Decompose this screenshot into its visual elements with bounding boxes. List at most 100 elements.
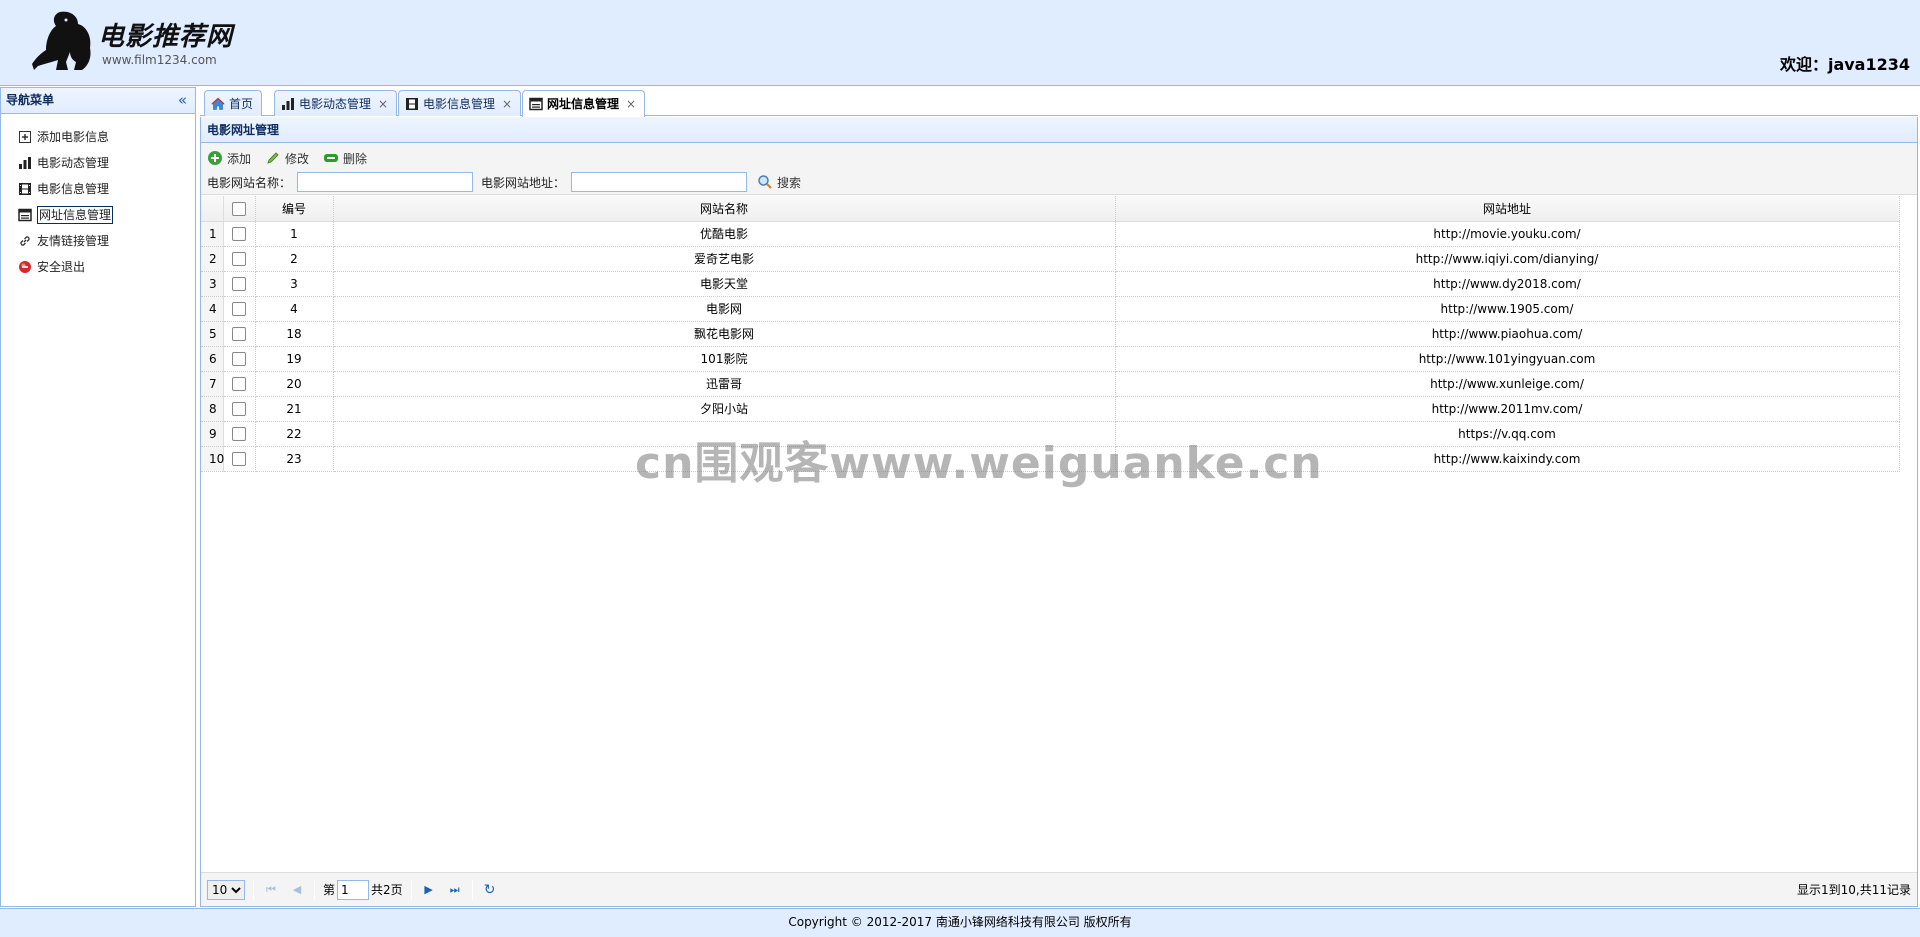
next-page-icon[interactable]: ▶ [420,881,438,899]
cell-name [333,446,1116,472]
row-checkbox[interactable] [232,326,246,341]
sidebar-item-movie-news[interactable]: 电影动态管理 [1,150,195,176]
row-checkbox[interactable] [232,351,246,366]
tab-label: 电影信息管理 [423,96,496,111]
data-grid: 编号 网站名称 网站地址 1 1 优酷电影 http://movie.youku.co… [201,196,1917,472]
tab-movie-news[interactable]: 电影动态管理 × [274,90,398,116]
tab-web-info[interactable]: 网址信息管理 × [522,90,646,117]
prev-page-icon[interactable]: ◀ [288,881,306,899]
row-checkbox[interactable] [232,301,246,316]
pager-separator [253,879,254,900]
sidebar-item-label: 添加电影信息 [37,130,110,144]
pencil-icon [267,152,279,164]
row-select-cell [223,321,256,347]
sidebar-item-web-info[interactable]: 网址信息管理 [1,202,195,228]
sidebar-item-logout[interactable]: 安全退出 [1,254,195,280]
exit-icon [19,261,31,273]
site-name-input[interactable] [297,172,474,192]
film-icon [406,97,418,110]
row-checkbox[interactable] [232,226,246,241]
table-row[interactable]: 3 3 电影天堂 http://www.dy2018.com/ [201,271,1900,297]
first-page-icon[interactable]: ⏮ [262,881,280,899]
site-url-input[interactable] [571,172,748,192]
search-button[interactable]: 搜索 [757,174,801,191]
close-icon[interactable]: × [378,92,388,116]
sidebar-item-label: 网址信息管理 [37,206,114,224]
cell-url: http://www.iqiyi.com/dianying/ [1115,246,1900,272]
close-icon[interactable]: × [502,92,512,116]
column-header-id[interactable]: 编号 [255,196,334,222]
cell-id: 2 [255,246,334,272]
close-icon[interactable]: × [626,92,636,116]
page-total-label: 共2页 [371,883,403,897]
tab-movie-info[interactable]: 电影信息管理 × [398,90,522,116]
row-checkbox[interactable] [232,276,246,291]
row-number-cell: 6 [201,346,224,372]
table-row[interactable]: 7 20 迅雷哥 http://www.xunleige.com/ [201,371,1900,397]
sidebar-item-label: 友情链接管理 [37,234,110,248]
delete-button[interactable]: 删除 [323,150,367,167]
cell-id: 20 [255,371,334,397]
table-row[interactable]: 6 19 101影院 http://www.101yingyuan.com [201,346,1900,372]
search-icon [758,175,772,189]
table-row[interactable]: 8 21 夕阳小站 http://www.2011mv.com/ [201,396,1900,422]
table-row[interactable]: 1 1 优酷电影 http://movie.youku.com/ [201,221,1900,247]
row-select-cell [223,246,256,272]
cell-id: 23 [255,446,334,472]
site-logo[interactable]: 电影推荐网 www.film1234.com [30,8,250,72]
last-page-icon[interactable]: ⏭ [446,881,464,899]
add-icon [208,151,222,165]
table-row[interactable]: 4 4 电影网 http://www.1905.com/ [201,296,1900,322]
table-row[interactable]: 10 23 http://www.kaixindy.com [201,446,1900,472]
table-row[interactable]: 5 18 飘花电影网 http://www.piaohua.com/ [201,321,1900,347]
cell-id: 21 [255,396,334,422]
row-checkbox[interactable] [232,426,246,441]
cell-id: 22 [255,421,334,447]
sidebar-item-friend-links[interactable]: 友情链接管理 [1,228,195,254]
web-icon [529,97,543,111]
page-number-input[interactable] [337,879,370,900]
table-row[interactable]: 2 2 爱奇艺电影 http://www.iqiyi.com/dianying/ [201,246,1900,272]
table-row[interactable]: 9 22 https://v.qq.com [201,421,1900,447]
cell-url: http://www.piaohua.com/ [1115,321,1900,347]
cell-name: 101影院 [333,346,1116,372]
row-select-cell [223,221,256,247]
row-checkbox[interactable] [232,401,246,416]
row-number-cell: 2 [201,246,224,272]
cell-name: 迅雷哥 [333,371,1116,397]
page-size-select[interactable]: 10 [207,879,245,900]
row-select-cell [223,396,256,422]
cell-id: 1 [255,221,334,247]
data-table: 编号 网站名称 网站地址 1 1 优酷电影 http://movie.youku.co… [201,196,1900,472]
cell-id: 3 [255,271,334,297]
refresh-icon[interactable]: ↻ [481,881,499,899]
cell-url: http://www.2011mv.com/ [1115,396,1900,422]
row-number-cell: 9 [201,421,224,447]
sidebar-item-movie-info[interactable]: 电影信息管理 [1,176,195,202]
pager-separator [314,879,315,900]
cell-url: http://movie.youku.com/ [1115,221,1900,247]
sidebar-header: 导航菜单 « [1,88,195,114]
panel-title: 电影网址管理 [201,117,1917,143]
cell-url: http://www.xunleige.com/ [1115,371,1900,397]
row-select-cell [223,446,256,472]
row-checkbox[interactable] [232,376,246,391]
row-number-cell: 7 [201,371,224,397]
tab-home[interactable]: 首页 [204,90,263,116]
edit-button-label: 修改 [285,151,310,166]
row-checkbox[interactable] [232,451,246,466]
edit-button[interactable]: 修改 [265,150,309,167]
sidebar: 导航菜单 « 添加电影信息 电影动态管理 电影信息管理 网址信息管理 友情链接管… [0,87,196,907]
column-header-name[interactable]: 网站名称 [333,196,1116,222]
sidebar-item-label: 安全退出 [37,260,86,274]
collapse-icon[interactable]: « [178,88,187,112]
row-checkbox[interactable] [232,251,246,266]
sidebar-item-add-movie[interactable]: 添加电影信息 [1,124,195,150]
cell-url: http://www.1905.com/ [1115,296,1900,322]
select-all-checkbox[interactable] [232,201,246,216]
column-header-url[interactable]: 网站地址 [1115,196,1900,222]
cell-url: http://www.kaixindy.com [1115,446,1900,472]
add-button[interactable]: 添加 [207,150,251,167]
table-header-row: 编号 网站名称 网站地址 [201,196,1900,222]
main-area: 首页 电影动态管理 × 电影信息管理 × 网址信息管理 × 电影网址管理 添加 … [200,87,1918,907]
